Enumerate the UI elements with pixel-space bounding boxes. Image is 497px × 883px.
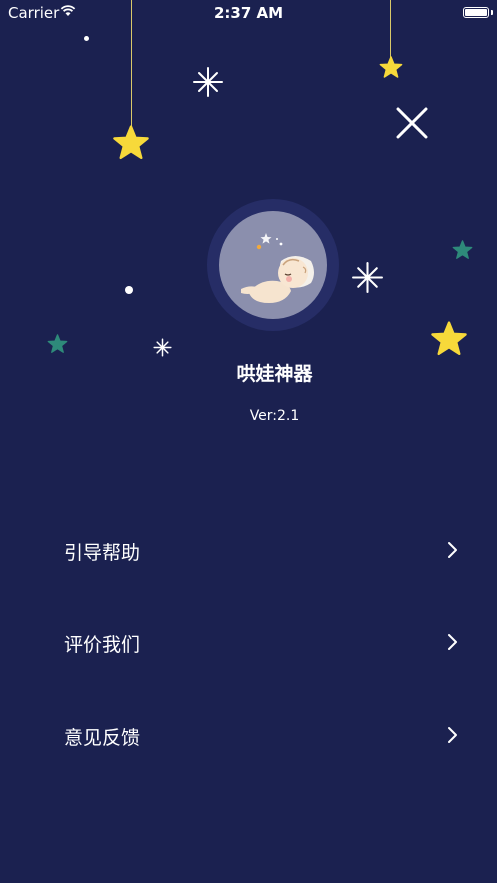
status-bar: Carrier 2:37 AM — [0, 0, 497, 26]
status-time: 2:37 AM — [213, 4, 284, 22]
menu-item-feedback[interactable]: 意见反馈 — [0, 705, 497, 765]
hanging-string-left — [131, 0, 132, 130]
star-icon — [452, 240, 473, 259]
sleeping-baby-icon — [241, 233, 314, 303]
chevron-right-icon — [448, 634, 457, 650]
menu-item-rate-us[interactable]: 评价我们 — [0, 612, 497, 672]
dot-decoration — [125, 286, 133, 294]
battery-tip — [491, 10, 493, 15]
menu-item-guide-help[interactable]: 引导帮助 — [0, 520, 497, 580]
close-button[interactable] — [395, 106, 429, 140]
star-icon — [113, 125, 149, 160]
close-icon — [396, 107, 428, 139]
app-avatar — [207, 199, 339, 331]
menu-item-label: 引导帮助 — [64, 542, 141, 564]
avatar-circle — [219, 211, 327, 319]
star-icon — [379, 56, 403, 78]
app-name: 哄娃神器 — [236, 363, 313, 385]
star-icon — [431, 321, 467, 356]
sparkle-icon — [193, 67, 223, 97]
sparkle-icon — [352, 262, 383, 293]
hanging-string-right — [390, 0, 391, 60]
dot-decoration — [84, 36, 89, 41]
menu-item-label: 意见反馈 — [64, 727, 141, 749]
chevron-right-icon — [448, 542, 457, 558]
star-icon — [47, 334, 68, 353]
battery-icon — [463, 7, 489, 18]
menu-item-label: 评价我们 — [64, 634, 141, 656]
sparkle-icon — [153, 338, 172, 357]
app-version: Ver:2.1 — [249, 408, 300, 424]
chevron-right-icon — [448, 727, 457, 743]
